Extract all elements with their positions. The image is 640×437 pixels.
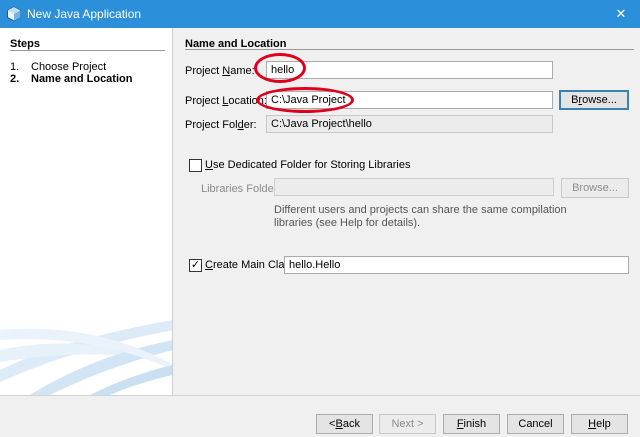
netbeans-app-icon [7, 6, 21, 22]
libraries-folder-label: Libraries Folder: [201, 183, 281, 195]
name-and-location-panel: Name and Location Project Name: Project … [174, 28, 640, 395]
new-java-application-dialog: New Java Application ✕ Steps 1. Choose Pr… [0, 0, 640, 437]
create-main-class-checkbox[interactable]: ✓ [189, 259, 202, 272]
section-divider [185, 49, 634, 50]
step-label: Choose Project [31, 61, 107, 73]
step-label: Name and Location [31, 73, 133, 85]
project-name-label: Project Name: [185, 65, 255, 77]
step-number: 1. [10, 61, 20, 73]
back-button[interactable]: < Back [316, 414, 373, 434]
step-item-choose-project: 1. Choose Project [10, 61, 106, 73]
help-button[interactable]: Help [571, 414, 628, 434]
step-item-name-and-location: 2. Name and Location [10, 73, 132, 85]
window-title: New Java Application [27, 7, 142, 21]
project-folder-label: Project Folder: [185, 119, 257, 131]
finish-button[interactable]: Finish [443, 414, 500, 434]
main-class-input[interactable] [284, 256, 629, 274]
title-bar: New Java Application ✕ [0, 0, 640, 28]
dedicated-folder-checkbox[interactable] [189, 159, 202, 172]
step-number: 2. [10, 73, 20, 85]
steps-divider [10, 50, 165, 51]
checkmark-icon: ✓ [190, 259, 201, 271]
libraries-hint-text: Different users and projects can share t… [274, 204, 567, 229]
next-button[interactable]: Next > [379, 414, 436, 434]
close-icon: ✕ [615, 6, 627, 21]
project-location-label: Project Location: [185, 95, 267, 107]
cancel-button[interactable]: Cancel [507, 414, 564, 434]
dialog-footer: < Back Next > Finish Cancel Help [0, 395, 640, 437]
project-location-input[interactable] [266, 91, 553, 109]
browse-location-button[interactable]: Br owse... [559, 90, 629, 110]
dedicated-folder-label[interactable]: Use Dedicated Folder for Storing Librari… [205, 159, 410, 171]
project-name-input[interactable] [266, 61, 553, 79]
steps-panel: Steps 1. Choose Project 2. Name and Locati… [0, 28, 173, 395]
close-button[interactable]: ✕ [602, 0, 640, 28]
create-main-class-label[interactable]: Create Main Class [205, 259, 296, 271]
project-folder-field [266, 115, 553, 133]
decorative-swoosh-graphic [0, 320, 172, 395]
libraries-folder-input[interactable] [274, 178, 554, 196]
browse-libraries-button[interactable]: Browse... [561, 178, 629, 198]
steps-title: Steps [10, 38, 40, 50]
